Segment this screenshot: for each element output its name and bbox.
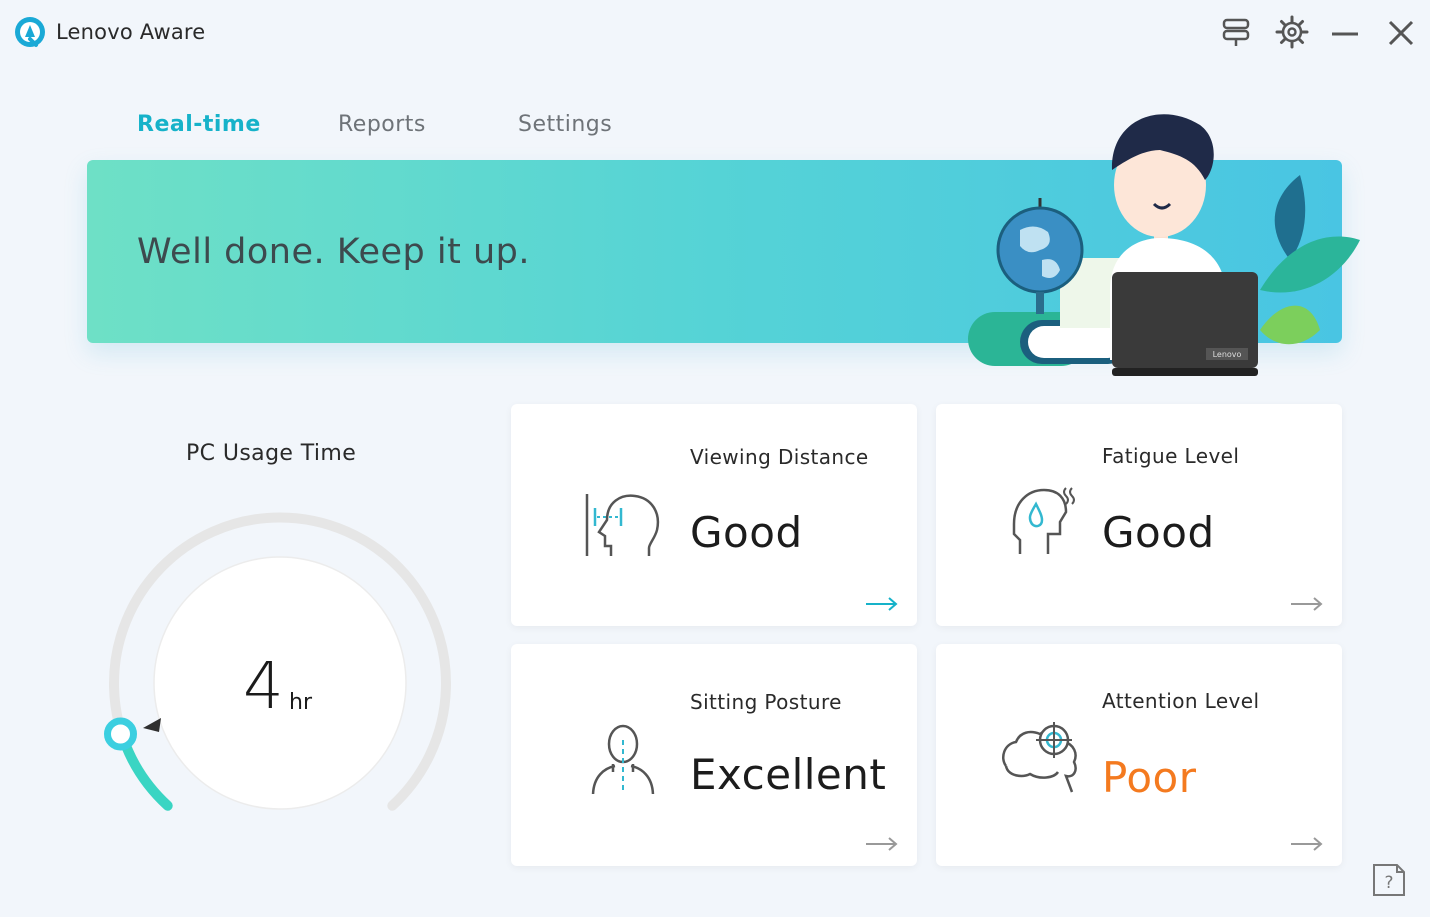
tab-reports[interactable]: Reports bbox=[338, 112, 426, 137]
close-button[interactable] bbox=[1380, 12, 1420, 52]
minimize-button[interactable] bbox=[1324, 12, 1364, 52]
arrow-right-icon bbox=[1291, 597, 1323, 611]
feedback-button[interactable] bbox=[1216, 12, 1256, 52]
close-icon bbox=[1388, 20, 1414, 46]
attention-level-title: Attention Level bbox=[1102, 689, 1260, 713]
head-distance-icon bbox=[583, 492, 663, 562]
usage-time-value: 4 bbox=[243, 650, 284, 724]
usage-time-unit: hr bbox=[289, 690, 312, 715]
svg-text:Lenovo: Lenovo bbox=[1213, 350, 1242, 359]
arrow-right-icon bbox=[866, 837, 898, 851]
viewing-distance-value: Good bbox=[690, 508, 803, 557]
attention-level-value: Poor bbox=[1102, 753, 1197, 802]
settings-gear-button[interactable] bbox=[1272, 12, 1312, 52]
tab-real-time[interactable]: Real-time bbox=[137, 112, 261, 137]
fatigue-level-title: Fatigue Level bbox=[1102, 444, 1240, 468]
gear-icon bbox=[1275, 15, 1309, 49]
viewing-distance-card[interactable]: Viewing Distance Good bbox=[511, 404, 917, 626]
brain-target-icon bbox=[1000, 718, 1080, 793]
person-at-laptop-illustration: Lenovo bbox=[960, 100, 1360, 380]
help-document-icon: ? bbox=[1373, 864, 1405, 896]
arrow-right-icon bbox=[1291, 837, 1323, 851]
svg-text:?: ? bbox=[1384, 873, 1393, 893]
person-posture-icon bbox=[583, 724, 663, 797]
help-button[interactable]: ? bbox=[1371, 862, 1407, 898]
sitting-posture-title: Sitting Posture bbox=[690, 690, 842, 714]
minimize-icon bbox=[1332, 32, 1358, 36]
sitting-posture-card[interactable]: Sitting Posture Excellent bbox=[511, 644, 917, 866]
fatigue-level-value: Good bbox=[1102, 508, 1215, 557]
fatigue-level-card[interactable]: Fatigue Level Good bbox=[936, 404, 1342, 626]
attention-level-card[interactable]: Attention Level Poor bbox=[936, 644, 1342, 866]
app-title: Lenovo Aware bbox=[56, 20, 206, 44]
banner-message: Well done. Keep it up. bbox=[137, 232, 530, 272]
eye-drop-head-icon bbox=[1008, 484, 1088, 554]
app-logo bbox=[14, 16, 46, 48]
viewing-distance-title: Viewing Distance bbox=[690, 445, 869, 469]
arrow-right-icon bbox=[866, 597, 898, 611]
sitting-posture-value: Excellent bbox=[690, 750, 887, 799]
pc-usage-time-label: PC Usage Time bbox=[186, 441, 357, 466]
feedback-icon bbox=[1222, 18, 1250, 46]
tab-settings[interactable]: Settings bbox=[518, 112, 612, 137]
